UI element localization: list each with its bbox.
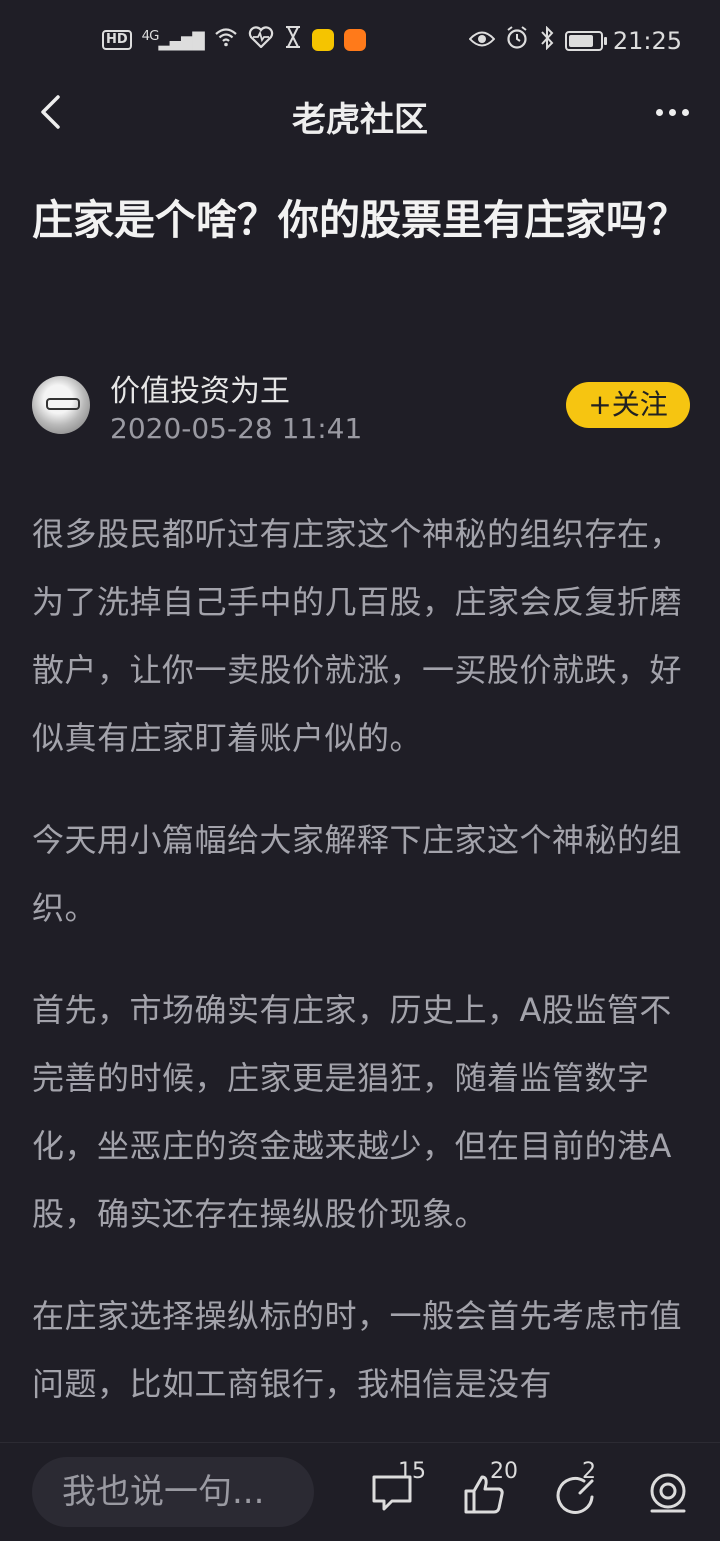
more-dot-icon	[681, 108, 689, 116]
post-date: 2020-05-28 11:41	[110, 412, 363, 445]
share-button[interactable]: 2	[554, 1459, 624, 1521]
like-button[interactable]: 20	[462, 1459, 532, 1521]
wifi-icon	[214, 27, 238, 52]
article-paragraph: 很多股民都听过有庄家这个神秘的组织存在，为了洗掉自己手中的几百股，庄家会反复折磨…	[32, 515, 683, 757]
more-options-button[interactable]	[650, 94, 694, 130]
nav-bar: 老虎社区	[0, 80, 720, 150]
more-dot-icon	[668, 108, 676, 116]
article-body: 很多股民都听过有庄家这个神秘的组织存在，为了洗掉自己手中的几百股，庄家会反复折磨…	[32, 500, 692, 1452]
follow-button[interactable]: +关注	[566, 382, 690, 428]
comment-button[interactable]: 15	[370, 1459, 440, 1521]
app-notification-icon	[311, 28, 334, 51]
avatar[interactable]	[32, 376, 90, 434]
video-app-icon	[343, 28, 366, 51]
page-title: 老虎社区	[292, 100, 428, 140]
article-paragraph: 首先，市场确实有庄家，历史上，A股监管不完善的时候，庄家更是猖狂，随着监管数字化…	[32, 991, 672, 1233]
article-title: 庄家是个啥？你的股票里有庄家吗？	[32, 196, 688, 244]
status-left-icons: HD 4G▂▄▆█	[102, 26, 366, 53]
share-count: 2	[582, 1459, 596, 1484]
comment-input[interactable]: 我也说一句...	[32, 1457, 314, 1527]
reward-icon	[650, 1473, 686, 1513]
eye-comfort-icon	[468, 29, 496, 54]
article-paragraph: 今天用小篇幅给大家解释下庄家这个神秘的组织。	[32, 821, 683, 927]
alarm-icon	[505, 26, 529, 56]
status-time: 21:25	[612, 27, 682, 55]
comment-count: 15	[398, 1459, 426, 1484]
author-info: 价值投资为王 2020-05-28 11:41 +关注	[32, 362, 692, 452]
hourglass-icon	[284, 26, 302, 53]
more-dot-icon	[655, 108, 663, 116]
hd-icon: HD	[102, 29, 132, 50]
battery-level	[568, 35, 593, 47]
status-right-icons: 21:25	[468, 25, 682, 56]
like-count: 20	[490, 1459, 518, 1484]
article-paragraph: 在庄家选择操纵标的时，一般会首先考虑市值问题，比如工商银行，我相信是没有	[32, 1297, 683, 1403]
battery-icon	[564, 31, 607, 51]
author-name[interactable]: 价值投资为王	[110, 366, 290, 410]
signal-icon: 4G▂▄▆█	[141, 28, 205, 51]
status-bar: HD 4G▂▄▆█ 21:25	[0, 0, 720, 80]
heart-rate-icon	[248, 26, 274, 53]
bottom-action-bar: 我也说一句... 15 20 2	[0, 1442, 720, 1541]
network-type: 4G	[141, 28, 160, 44]
bluetooth-icon	[539, 25, 555, 56]
reward-button[interactable]	[646, 1465, 716, 1521]
